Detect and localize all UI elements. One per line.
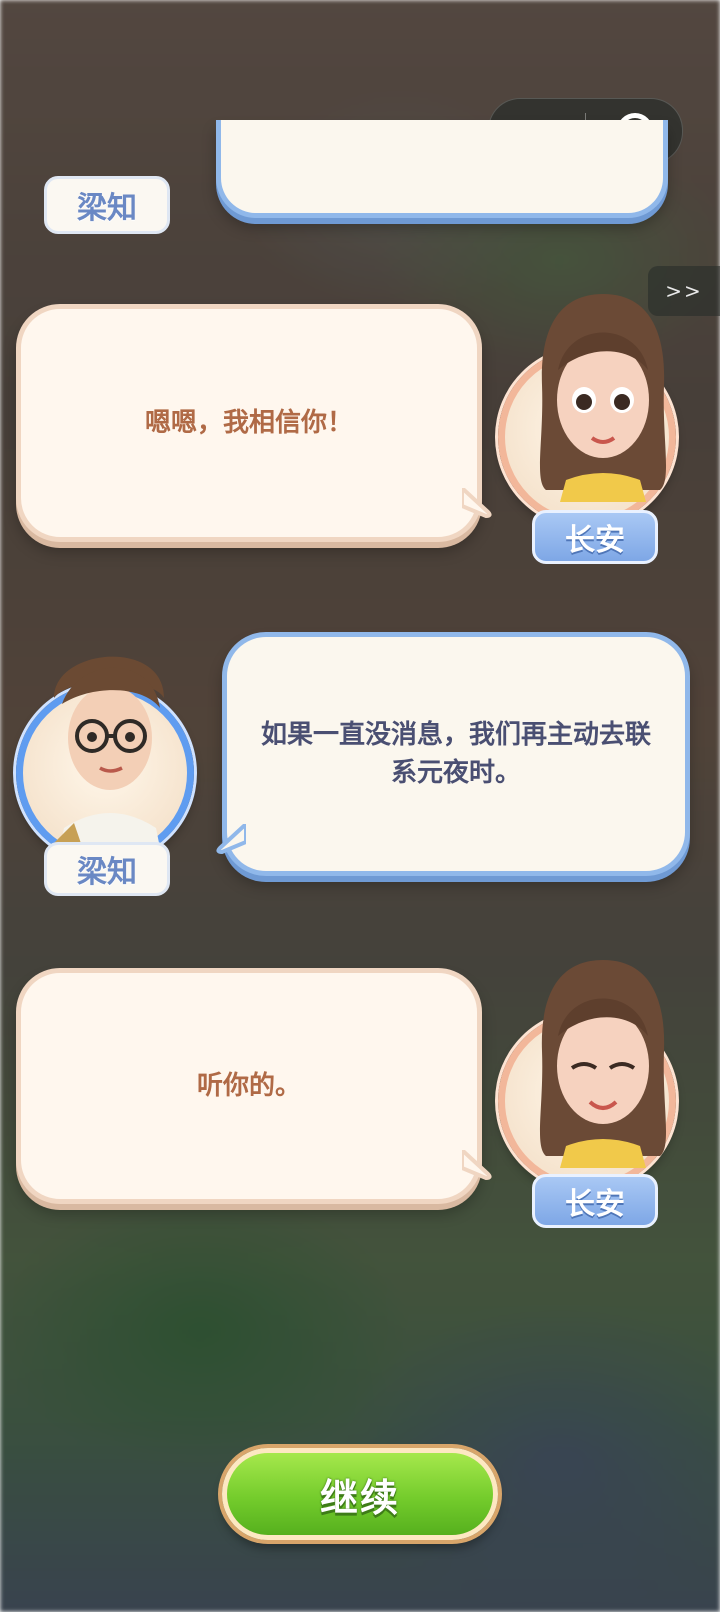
dialogue-bubble-2: 嗯嗯，我相信你！ — [16, 304, 482, 542]
bubble-tail-3 — [216, 824, 246, 854]
continue-button[interactable]: 继续 — [222, 1448, 498, 1540]
continue-button-label: 继续 — [319, 1475, 400, 1520]
speaker-nametag-1: 梁知 — [44, 176, 170, 234]
speaker-nametag-4: 长安 — [532, 1174, 658, 1228]
bubble-tail-2 — [462, 488, 492, 518]
speaker-nametag-2: 长安 — [532, 510, 658, 564]
dialogue-bubble-3: 如果一直没消息，我们再主动去联系元夜时。 — [222, 632, 690, 876]
speaker-nametag-3: 梁知 — [44, 842, 170, 896]
liangzhi-portrait — [52, 656, 164, 858]
dialogue-bubble-4: 听你的。 — [16, 968, 482, 1204]
dialogue-bubble-1 — [216, 120, 668, 218]
dialogue-text-3: 如果一直没消息，我们再主动去联系元夜时。 — [260, 720, 651, 788]
dialogue-text-2: 嗯嗯，我相信你！ — [144, 408, 353, 438]
dialogue-text-4: 听你的。 — [196, 1071, 301, 1101]
bubble-tail-4 — [462, 1150, 492, 1180]
